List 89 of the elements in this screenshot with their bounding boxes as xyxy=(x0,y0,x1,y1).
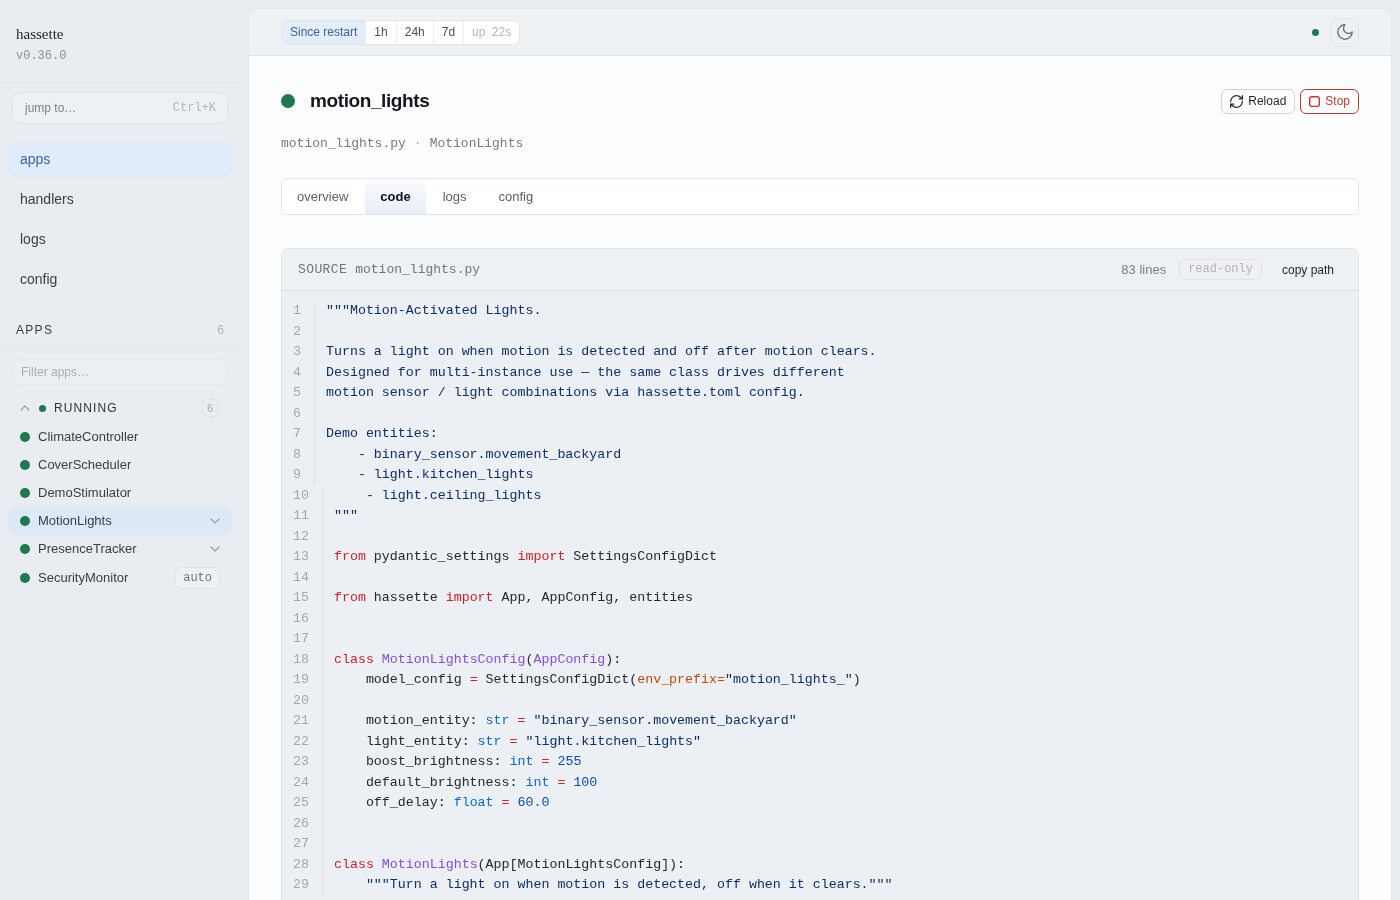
line-number: 15 xyxy=(282,588,323,609)
code-line: class MotionLightsConfig(AppConfig): xyxy=(332,650,622,669)
tab[interactable]: logs xyxy=(427,179,482,214)
line-number: 23 xyxy=(282,752,323,773)
line-number: 9 xyxy=(282,465,315,486)
code-line: Turns a light on when motion is detected and off after motion clears. xyxy=(325,343,877,361)
uptime-label: up 22s xyxy=(471,24,513,41)
line-number: 20 xyxy=(282,690,323,711)
code-line: motion sensor / light combinations via hassette.toml config. xyxy=(325,384,805,402)
nav-item[interactable]: logs xyxy=(8,221,232,257)
code-line: motion_entity: str = "binary_sensor.movement_backyard" xyxy=(364,712,797,730)
line-number: 14 xyxy=(282,567,323,588)
line-count: 83 lines xyxy=(1121,262,1167,277)
file-name: motion_lights.py xyxy=(355,262,481,277)
code-line: Designed for multi-instance use — the same class drives different xyxy=(325,363,845,382)
line-number: 4 xyxy=(282,362,315,383)
read-only-badge: read-only xyxy=(1179,259,1262,280)
code-line: Demo entities: xyxy=(325,425,438,443)
app-list-item[interactable]: MotionLights xyxy=(8,507,232,535)
moon-icon xyxy=(1336,24,1353,40)
app-list-item[interactable]: DemoStimulator xyxy=(8,479,232,507)
app-list-item[interactable]: CoverScheduler xyxy=(8,451,232,479)
line-number: 3 xyxy=(282,342,315,363)
keyboard-shortcut: Ctrl+K xyxy=(172,100,216,116)
app-list-item[interactable]: PresenceTracker xyxy=(8,535,232,563)
line-number: 24 xyxy=(282,772,323,793)
code-line: """Turn a light on when motion is detected, off when it clears.""" xyxy=(364,876,893,894)
code-line: model_config = SettingsConfigDict(env_prefix="motion_lights_") xyxy=(364,671,861,689)
code-line: """Motion-Activated Lights. xyxy=(325,302,542,320)
tab[interactable]: overview xyxy=(282,179,364,214)
brand-name: hassette xyxy=(16,25,64,44)
code-line: - light.ceiling_lights xyxy=(364,486,542,505)
nav-item[interactable]: handlers xyxy=(8,181,232,217)
class-name: MotionLights xyxy=(429,136,524,151)
copy-path-button[interactable]: copy path xyxy=(1273,258,1342,281)
tab[interactable]: config xyxy=(483,179,549,214)
line-number: 10 xyxy=(282,485,323,506)
line-number: 16 xyxy=(282,608,323,629)
nav-item[interactable]: config xyxy=(8,261,232,297)
code-line: class MotionLights(App[MotionLightsConfig]): xyxy=(332,855,686,874)
app-list-item[interactable]: SecurityMonitor auto xyxy=(8,563,232,593)
code-line: boost_brightness: int = 255 xyxy=(364,753,582,771)
line-number: 22 xyxy=(282,731,323,752)
separator: · xyxy=(413,136,422,151)
app-count: 6 xyxy=(217,322,224,338)
line-number: 1 xyxy=(282,301,315,322)
code-line: light_entity: str = "light.kitchen_lights" xyxy=(364,732,702,751)
line-number: 28 xyxy=(282,854,323,875)
source-label: SOURCE xyxy=(298,262,348,277)
line-number: 25 xyxy=(282,793,323,814)
line-number: 27 xyxy=(282,834,323,855)
line-number: 8 xyxy=(282,444,315,465)
line-number: 12 xyxy=(282,526,323,547)
line-number: 21 xyxy=(282,711,323,732)
nav-item[interactable]: apps xyxy=(8,141,232,177)
code-line: """ xyxy=(332,507,358,525)
time-range-option[interactable]: Since restart xyxy=(282,20,367,44)
line-number: 29 xyxy=(282,875,323,896)
group-header[interactable]: RUNNING 6 xyxy=(20,397,218,419)
line-number: 26 xyxy=(282,813,323,834)
line-number: 5 xyxy=(282,383,315,404)
mode-badge: auto xyxy=(175,567,220,589)
app-title: motion_lights xyxy=(310,90,430,112)
code-line: from pydantic_settings import SettingsConfigDict xyxy=(332,548,717,566)
app-list-item[interactable]: ClimateController xyxy=(8,423,232,451)
filter-field[interactable]: Filter apps… xyxy=(12,359,228,385)
line-number: 18 xyxy=(282,649,323,670)
line-number: 11 xyxy=(282,506,323,527)
refresh-icon xyxy=(1230,94,1244,108)
code-line: from hassette import App, AppConfig, entities xyxy=(332,589,694,607)
line-number: 6 xyxy=(282,403,315,424)
code-line: - binary_sensor.movement_backyard xyxy=(356,445,622,464)
theme-toggle-button[interactable] xyxy=(1330,17,1359,47)
stop-button[interactable]: Stop xyxy=(1300,88,1359,114)
line-number: 7 xyxy=(282,424,315,445)
reload-button[interactable]: Reload xyxy=(1221,88,1296,114)
file-name: motion_lights.py xyxy=(281,136,406,151)
line-number: 19 xyxy=(282,670,323,691)
tab[interactable]: code xyxy=(365,179,426,214)
line-number: 13 xyxy=(282,547,323,568)
code-line: off_delay: float = 60.0 xyxy=(364,794,550,812)
square-icon xyxy=(1309,95,1321,107)
line-number: 2 xyxy=(282,321,315,342)
section-title: APPS xyxy=(16,322,54,338)
line-number: 17 xyxy=(282,629,323,650)
count-badge: 6 xyxy=(201,399,218,417)
code-line: default_brightness: int = 100 xyxy=(364,773,598,792)
version-label: v0.36.0 xyxy=(16,48,67,64)
code-line: - light.kitchen_lights xyxy=(356,466,534,484)
